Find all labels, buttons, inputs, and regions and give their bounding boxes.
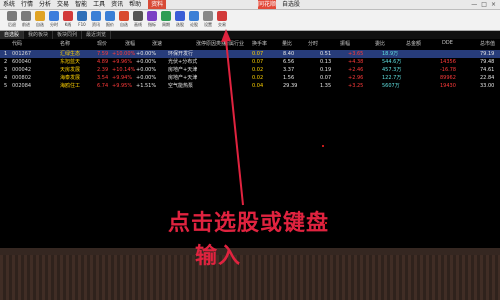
blurred-pattern [0, 255, 500, 300]
annotation-text: 点击选股或键盘 [168, 211, 330, 236]
annotation-text-continued: 输入 [195, 244, 242, 269]
